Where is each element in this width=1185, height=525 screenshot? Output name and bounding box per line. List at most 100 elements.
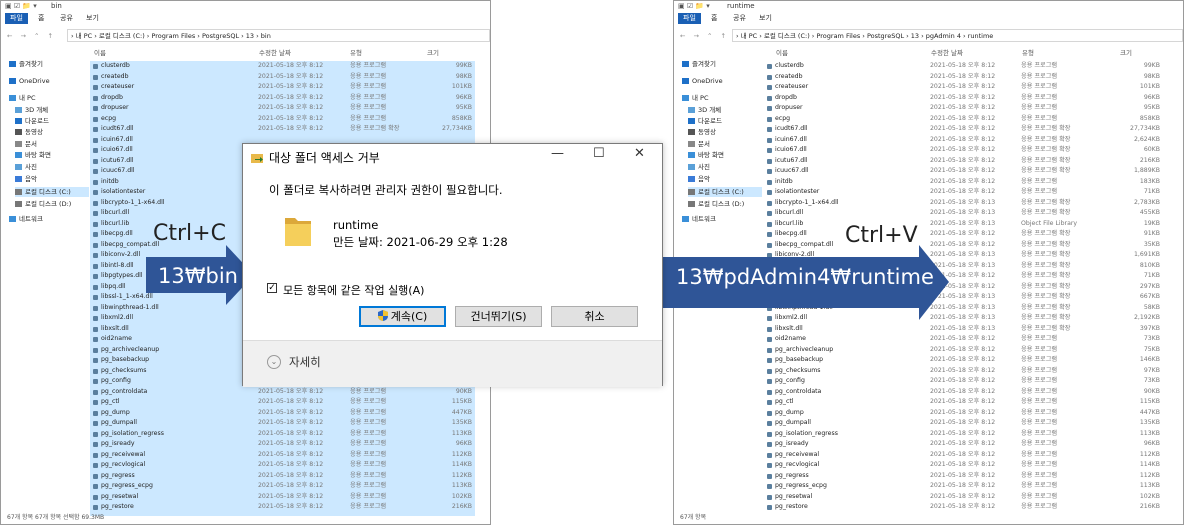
sidebar-item[interactable]: 로컬 디스크 (D:) [15,199,71,209]
file-row[interactable]: pg_regress 2021-05-18 오후 8:12 응용 프로그램 112KB [90,471,480,482]
file-row[interactable]: icuin67.dll 2021-05-18 오후 8:12 응용 프로그램 확장 2… [764,135,1164,146]
sidebar-item[interactable]: 로컬 디스크 (D:) [688,199,744,209]
file-row[interactable]: pg_regress 2021-05-18 오후 8:12 응용 프로그램 112KB [764,471,1164,482]
file-row[interactable]: pg_restore 2021-05-18 오후 8:12 응용 프로그램 216KB [764,502,1164,513]
column-name[interactable]: 이름 [94,47,106,59]
sidebar-item[interactable]: 즐겨찾기 [9,59,43,69]
file-row[interactable]: createdb 2021-05-18 오후 8:12 응용 프로그램 98KB [90,72,480,83]
column-date[interactable]: 수정한 날짜 [259,47,291,59]
file-row[interactable]: pg_controldata 2021-05-18 오후 8:12 응용 프로그램 9… [90,387,480,398]
sidebar-item[interactable]: 네트워크 [682,214,716,224]
tab-share[interactable]: 공유 [55,13,78,24]
column-size[interactable]: 크기 [1120,47,1132,59]
sidebar-item[interactable]: 바탕 화면 [688,150,724,160]
file-row[interactable]: pg_restore 2021-05-18 오후 8:12 응용 프로그램 216KB [90,502,480,513]
file-row[interactable]: clusterdb 2021-05-18 오후 8:12 응용 프로그램 99KB [90,61,480,72]
sidebar-item[interactable]: 다운로드 [15,116,49,126]
sidebar-item[interactable]: 문서 [15,139,37,149]
file-row[interactable]: icuuc67.dll 2021-05-18 오후 8:12 응용 프로그램 확장 1… [764,166,1164,177]
file-row[interactable]: oid2name 2021-05-18 오후 8:12 응용 프로그램 73KB [764,334,1164,345]
file-row[interactable]: pg_config 2021-05-18 오후 8:12 응용 프로그램 73KB [764,376,1164,387]
file-row[interactable]: libecpg.dll 2021-05-18 오후 8:12 응용 프로그램 확장 9… [764,229,1164,240]
file-row[interactable]: ecpg 2021-05-18 오후 8:12 응용 프로그램 858KB [90,114,480,125]
sidebar-item[interactable]: 3D 개체 [688,105,721,115]
chevron-down-icon[interactable]: ⌄ [267,355,281,369]
file-row[interactable]: clusterdb 2021-05-18 오후 8:12 응용 프로그램 99KB [764,61,1164,72]
file-row[interactable]: pg_regress_ecpg 2021-05-18 오후 8:12 응용 프로그램… [764,481,1164,492]
sidebar-item[interactable]: 3D 개체 [15,105,48,115]
file-row[interactable]: icutu67.dll 2021-05-18 오후 8:12 응용 프로그램 확장 2… [764,156,1164,167]
quick-access-toolbar-icons[interactable]: ▣ ☑ 📁 ▾ [678,2,710,10]
file-row[interactable]: pg_receivewal 2021-05-18 오후 8:12 응용 프로그램 11… [764,450,1164,461]
sidebar-item[interactable]: 로컬 디스크 (C:) [15,187,89,197]
file-row[interactable]: createdb 2021-05-18 오후 8:12 응용 프로그램 98KB [764,72,1164,83]
sidebar-item[interactable]: 사진 [15,162,37,172]
column-date[interactable]: 수정한 날짜 [931,47,963,59]
file-row[interactable]: icuio67.dll 2021-05-18 오후 8:12 응용 프로그램 확장 6… [764,145,1164,156]
file-row[interactable]: createuser 2021-05-18 오후 8:12 응용 프로그램 101KB [90,82,480,93]
file-row[interactable]: pg_ctl 2021-05-18 오후 8:12 응용 프로그램 115KB [764,397,1164,408]
file-row[interactable]: pg_archivecleanup 2021-05-18 오후 8:12 응용 프로… [764,345,1164,356]
column-size[interactable]: 크기 [427,47,439,59]
sidebar-item[interactable]: 음악 [15,174,37,184]
nav-arrows[interactable]: ← → ⌃ ↑ [7,30,67,42]
sidebar-item[interactable]: OneDrive [9,76,50,86]
sidebar-item[interactable]: 바탕 화면 [15,150,51,160]
sidebar-item[interactable]: 내 PC [682,93,709,103]
maximize-button[interactable]: ☐ [593,146,605,161]
file-row[interactable]: pg_receivewal 2021-05-18 오후 8:12 응용 프로그램 11… [90,450,480,461]
file-row[interactable]: pg_regress_ecpg 2021-05-18 오후 8:12 응용 프로그램… [90,481,480,492]
file-row[interactable]: pg_checksums 2021-05-18 오후 8:12 응용 프로그램 97K… [764,366,1164,377]
close-button[interactable]: ✕ [634,146,645,161]
tab-file[interactable]: 파일 [5,13,28,24]
details-toggle[interactable]: 자세히 [289,354,321,370]
file-row[interactable]: libxslt.dll 2021-05-18 오후 8:13 응용 프로그램 확장 3… [764,324,1164,335]
sidebar-item[interactable]: 동영상 [15,127,43,137]
sidebar-item[interactable]: 네트워크 [9,214,43,224]
file-row[interactable]: isolationtester 2021-05-18 오후 8:12 응용 프로그램… [764,187,1164,198]
file-row[interactable]: libcrypto-1_1-x64.dll 2021-05-18 오후 8:13 응… [764,198,1164,209]
file-row[interactable]: pg_dump 2021-05-18 오후 8:12 응용 프로그램 447KB [764,408,1164,419]
tab-home[interactable]: 홈 [33,13,49,24]
sidebar-item[interactable]: 즐겨찾기 [682,59,716,69]
sidebar-item[interactable]: 음악 [688,174,710,184]
file-row[interactable]: icudt67.dll 2021-05-18 오후 8:12 응용 프로그램 확장 2… [764,124,1164,135]
tab-view[interactable]: 보기 [754,13,777,24]
file-row[interactable]: pg_ctl 2021-05-18 오후 8:12 응용 프로그램 115KB [90,397,480,408]
continue-button[interactable]: 계속(C) [359,306,446,327]
file-row[interactable]: pg_dump 2021-05-18 오후 8:12 응용 프로그램 447KB [90,408,480,419]
sidebar-item[interactable]: 내 PC [9,93,36,103]
minimize-button[interactable]: — [551,146,564,161]
file-row[interactable]: pg_controldata 2021-05-18 오후 8:12 응용 프로그램 9… [764,387,1164,398]
file-row[interactable]: pg_isready 2021-05-18 오후 8:12 응용 프로그램 96KB [764,439,1164,450]
file-row[interactable]: createuser 2021-05-18 오후 8:12 응용 프로그램 101KB [764,82,1164,93]
file-row[interactable]: libcurl.lib 2021-05-18 오후 8:13 Object File… [764,219,1164,230]
file-row[interactable]: icudt67.dll 2021-05-18 오후 8:12 응용 프로그램 확장 2… [90,124,480,135]
sidebar-item[interactable]: 다운로드 [688,116,722,126]
file-row[interactable]: pg_isolation_regress 2021-05-18 오후 8:12 응용… [90,429,480,440]
file-row[interactable]: dropdb 2021-05-18 오후 8:12 응용 프로그램 96KB [90,93,480,104]
tab-file[interactable]: 파일 [678,13,701,24]
sidebar-item[interactable]: OneDrive [682,76,723,86]
column-type[interactable]: 유형 [350,47,362,59]
file-row[interactable]: libcurl.dll 2021-05-18 오후 8:13 응용 프로그램 확장 4… [764,208,1164,219]
skip-button[interactable]: 건너뛰기(S) [455,306,542,327]
file-row[interactable]: dropdb 2021-05-18 오후 8:12 응용 프로그램 96KB [764,93,1164,104]
file-row[interactable]: dropuser 2021-05-18 오후 8:12 응용 프로그램 95KB [90,103,480,114]
sidebar-item[interactable]: 동영상 [688,127,716,137]
column-type[interactable]: 유형 [1022,47,1034,59]
file-row[interactable]: pg_resetwal 2021-05-18 오후 8:12 응용 프로그램 102K… [764,492,1164,503]
sidebar-item[interactable]: 사진 [688,162,710,172]
tab-home[interactable]: 홈 [706,13,722,24]
file-row[interactable]: pg_dumpall 2021-05-18 오후 8:12 응용 프로그램 135KB [764,418,1164,429]
cancel-button[interactable]: 취소 [551,306,638,327]
file-row[interactable]: pg_isready 2021-05-18 오후 8:12 응용 프로그램 96KB [90,439,480,450]
tab-share[interactable]: 공유 [728,13,751,24]
nav-arrows[interactable]: ← → ⌃ ↑ [680,30,740,42]
sidebar-item[interactable]: 문서 [688,139,710,149]
file-row[interactable]: pg_dumpall 2021-05-18 오후 8:12 응용 프로그램 135KB [90,418,480,429]
sidebar-item[interactable]: 로컬 디스크 (C:) [688,187,762,197]
apply-all-checkbox[interactable]: ✓ [267,283,277,293]
file-row[interactable]: dropuser 2021-05-18 오후 8:12 응용 프로그램 95KB [764,103,1164,114]
file-row[interactable]: pg_basebackup 2021-05-18 오후 8:12 응용 프로그램 14… [764,355,1164,366]
